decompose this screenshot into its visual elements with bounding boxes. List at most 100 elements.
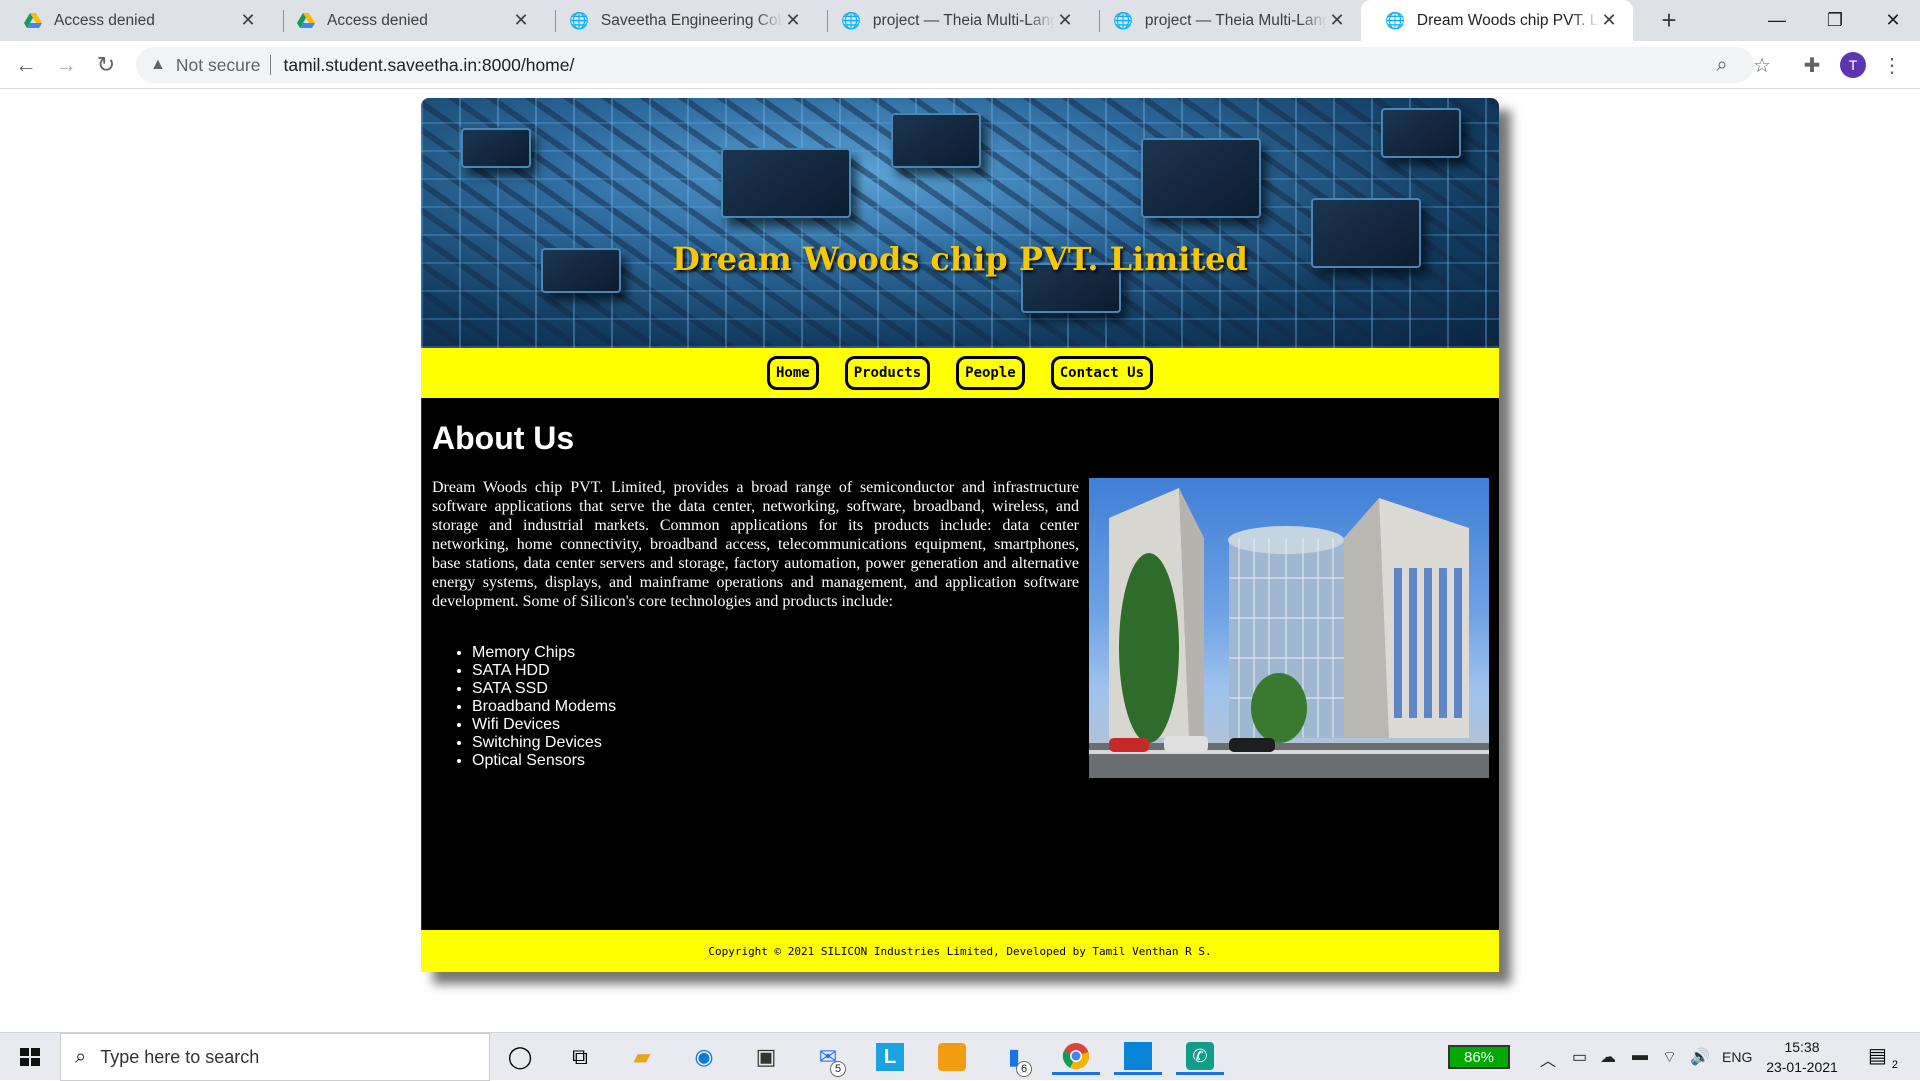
tab-title: Access denied — [327, 11, 428, 29]
search-icon: ⌕ — [75, 1045, 87, 1068]
chip-graphic — [461, 128, 531, 168]
google-drive-icon — [297, 12, 315, 28]
whatsapp-icon[interactable]: ✆ — [1176, 1039, 1224, 1075]
list-item: Wifi Devices — [472, 716, 616, 734]
banner-image: Dream Woods chip PVT. Limited — [421, 98, 1499, 348]
new-tab-button[interactable]: + — [1655, 5, 1683, 35]
clock-date: 23-01-2021 — [1766, 1059, 1838, 1075]
task-view-icon[interactable]: ⧉ — [556, 1039, 604, 1075]
chevron-up-icon[interactable]: ︿ — [1540, 1047, 1556, 1071]
tab-dream-woods[interactable]: 🌐 Dream Woods chip PVT. Limited ✕ — [1361, 0, 1633, 41]
menu-icon[interactable]: ⋮ — [1876, 49, 1908, 81]
chip-graphic — [1141, 138, 1261, 218]
clock-time: 15:38 — [1784, 1039, 1820, 1055]
restore-button[interactable]: ❐ — [1806, 0, 1864, 41]
list-item: Broadband Modems — [472, 698, 616, 716]
battery-indicator[interactable]: 86% — [1448, 1045, 1510, 1069]
main-nav: Home Products People Contact Us — [421, 348, 1499, 398]
forward-arrow-icon[interactable]: → — [50, 49, 82, 81]
minimize-button[interactable]: — — [1748, 0, 1806, 41]
about-section: About Us Dream Woods chip PVT. Limited, … — [421, 398, 1499, 930]
tab-saveetha[interactable]: 🌐 Saveetha Engineering College ✕ — [545, 0, 817, 41]
file-explorer-icon[interactable]: ▰ — [618, 1039, 666, 1075]
l-app-icon[interactable]: L — [866, 1039, 914, 1075]
battery-icon[interactable]: ▬ — [1632, 1047, 1648, 1065]
tab-title: Access denied — [54, 11, 155, 29]
site-title: Dream Woods chip PVT. Limited — [672, 240, 1248, 278]
footer: Copyright © 2021 SILICON Industries Limi… — [421, 930, 1499, 972]
wifi-icon[interactable]: ⌔ — [1662, 1047, 1677, 1067]
reload-icon[interactable]: ↻ — [90, 49, 122, 81]
globe-icon: 🌐 — [1385, 12, 1405, 30]
list-item: Optical Sensors — [472, 752, 616, 770]
tab-title: project — Theia Multi-Language — [872, 11, 1055, 29]
close-icon[interactable]: ✕ — [1055, 10, 1075, 31]
cloud-icon[interactable]: ☁ — [1600, 1047, 1616, 1067]
zoom-icon[interactable]: ⌕ — [1706, 49, 1738, 81]
tab-title: Saveetha Engineering College — [600, 11, 783, 29]
windows-start-icon[interactable] — [10, 1043, 50, 1071]
building-photo — [1089, 478, 1489, 778]
device-icon[interactable]: ▭ — [1572, 1047, 1587, 1067]
tab-theia-1[interactable]: 🌐 project — Theia Multi-Language ✕ — [817, 0, 1089, 41]
files-icon[interactable]: ▮ 6 — [990, 1039, 1038, 1077]
close-icon[interactable]: ✕ — [783, 10, 803, 31]
tab-theia-2[interactable]: 🌐 project — Theia Multi-Language ✕ — [1089, 0, 1361, 41]
draw-app-icon[interactable] — [928, 1039, 976, 1075]
globe-icon: 🌐 — [569, 12, 589, 30]
security-label[interactable]: Not secure — [176, 55, 261, 76]
close-icon[interactable]: ✕ — [511, 10, 531, 31]
globe-icon: 🌐 — [841, 12, 861, 30]
chrome-logo — [1062, 1042, 1089, 1069]
divider — [270, 55, 272, 75]
clock[interactable]: 15:38 23-01-2021 — [1762, 1037, 1842, 1077]
close-icon[interactable]: ✕ — [238, 10, 258, 31]
language-indicator[interactable]: ENG — [1722, 1049, 1752, 1065]
nav-people-button[interactable]: People — [956, 356, 1025, 390]
about-paragraph: Dream Woods chip PVT. Limited, provides … — [432, 479, 1079, 610]
tab-access-denied-2[interactable]: Access denied ✕ — [273, 0, 545, 41]
list-item: SATA SSD — [472, 680, 616, 698]
tab-access-denied-1[interactable]: Access denied ✕ — [0, 0, 272, 41]
star-icon[interactable]: ☆ — [1746, 49, 1778, 81]
list-item: Switching Devices — [472, 734, 616, 752]
tab-strip: Access denied ✕ Access denied ✕ 🌐 Saveet… — [0, 0, 1920, 41]
store-icon[interactable]: ▣ — [742, 1039, 790, 1075]
mail-badge: 5 — [830, 1061, 846, 1077]
browser-toolbar: ← → ↻ ▲ Not secure tamil.student.saveeth… — [0, 41, 1920, 89]
page-title: About Us — [432, 420, 575, 456]
back-arrow-icon[interactable]: ← — [10, 49, 42, 81]
extensions-icon[interactable]: ✚ — [1796, 49, 1828, 81]
avatar[interactable]: T — [1840, 52, 1866, 78]
google-drive-icon — [24, 12, 42, 28]
nav-contact-button[interactable]: Contact Us — [1050, 356, 1154, 390]
files-badge: 6 — [1016, 1061, 1032, 1077]
notification-count: 2 — [1891, 1059, 1898, 1071]
tab-title: project — Theia Multi-Language — [1144, 11, 1327, 29]
taskbar-search-input[interactable]: ⌕ Type here to search — [60, 1033, 490, 1081]
tab-title: Dream Woods chip PVT. Limited — [1416, 11, 1599, 29]
nav-home-button[interactable]: Home — [766, 356, 819, 390]
taskbar: ⌕ Type here to search ◯ ⧉ ▰ ◉ ▣ ✉ 5 L ▮ 6 … — [0, 1032, 1920, 1081]
warning-icon[interactable]: ▲ — [150, 56, 166, 74]
footer-text: Copyright © 2021 SILICON Industries Limi… — [708, 944, 1212, 958]
close-icon[interactable]: ✕ — [1327, 10, 1347, 31]
edge-icon[interactable]: ◉ — [680, 1039, 728, 1075]
close-icon[interactable]: ✕ — [1599, 10, 1619, 31]
close-window-button[interactable]: ✕ — [1864, 0, 1920, 41]
list-item: SATA HDD — [472, 662, 616, 680]
mail-icon[interactable]: ✉ 5 — [804, 1039, 852, 1077]
cortana-icon[interactable]: ◯ — [496, 1039, 544, 1075]
chip-graphic — [1381, 108, 1461, 158]
chip-graphic — [721, 148, 851, 218]
address-bar[interactable]: ▲ Not secure tamil.student.saveetha.in:8… — [136, 47, 1754, 83]
nav-products-button[interactable]: Products — [844, 356, 931, 390]
volume-icon[interactable]: 🔊 — [1690, 1047, 1710, 1067]
url-text[interactable]: tamil.student.saveetha.in:8000/home/ — [283, 55, 574, 76]
notification-icon[interactable]: ▤ 2 — [1868, 1043, 1898, 1071]
chrome-icon[interactable] — [1052, 1039, 1100, 1075]
site-container: Dream Woods chip PVT. Limited Home Produ… — [421, 98, 1499, 972]
building-illustration — [1089, 488, 1489, 778]
app-icon-blue[interactable] — [1114, 1039, 1162, 1075]
chip-graphic — [891, 113, 981, 168]
